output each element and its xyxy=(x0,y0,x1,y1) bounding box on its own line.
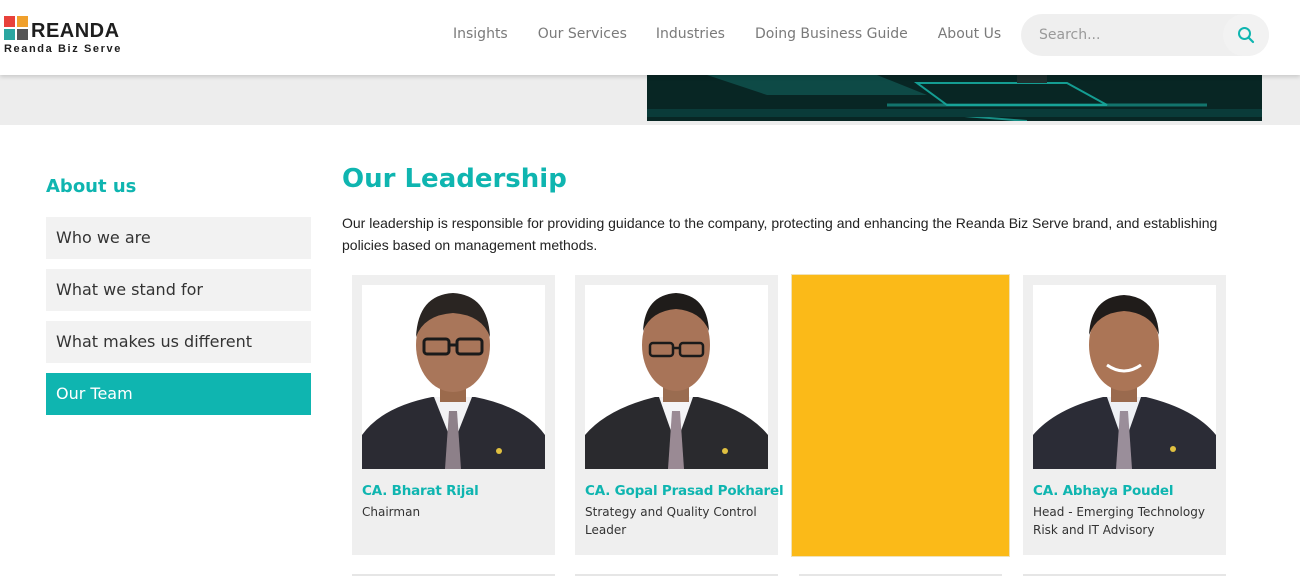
logo-subtitle: Reanda Biz Serve xyxy=(4,43,122,55)
leader-card[interactable]: CA. Bharat Rijal Chairman xyxy=(352,275,555,555)
logo-word: REANDA xyxy=(31,20,120,42)
placeholder-card xyxy=(791,274,1010,557)
leader-name[interactable]: CA. Abhaya Poudel xyxy=(1033,483,1173,499)
intro-text: Our leadership is responsible for provid… xyxy=(342,215,1218,253)
main-nav: Insights Our Services Industries Doing B… xyxy=(453,26,1031,42)
page-title: Our Leadership xyxy=(342,164,567,194)
sidebar-item-what-makes-us-different[interactable]: What makes us different xyxy=(46,321,311,363)
logo-mark-icon xyxy=(4,16,28,40)
sidebar-item-who-we-are[interactable]: Who we are xyxy=(46,217,311,259)
nav-doing-business-guide[interactable]: Doing Business Guide xyxy=(755,26,908,42)
leader-role: Head - Emerging Technology Risk and IT A… xyxy=(1033,505,1205,537)
leader-card[interactable]: CA. Gopal Prasad Pokharel Strategy and Q… xyxy=(575,275,784,555)
leader-photo xyxy=(362,285,545,469)
nav-insights[interactable]: Insights xyxy=(453,26,508,42)
banner-image xyxy=(647,75,1262,121)
search-box xyxy=(1021,14,1269,56)
leader-card[interactable]: CA. Abhaya Poudel Head - Emerging Techno… xyxy=(1023,275,1226,555)
page-banner xyxy=(0,75,1300,125)
nav-industries[interactable]: Industries xyxy=(656,26,725,42)
nav-about-us[interactable]: About Us xyxy=(938,26,1001,42)
sidebar-item-what-we-stand-for[interactable]: What we stand for xyxy=(46,269,311,311)
search-button[interactable] xyxy=(1223,14,1269,56)
sidebar-item-our-team[interactable]: Our Team xyxy=(46,373,311,415)
sidebar-title: About us xyxy=(46,176,137,197)
leader-role: Strategy and Quality Control Leader xyxy=(585,505,757,537)
search-icon xyxy=(1238,27,1255,44)
leader-photo xyxy=(1033,285,1216,469)
logo[interactable]: REANDA Reanda Biz Serve xyxy=(4,14,134,58)
leader-role: Chairman xyxy=(362,505,421,519)
leader-name[interactable]: CA. Gopal Prasad Pokharel xyxy=(585,483,784,499)
banner-graphic xyxy=(647,75,1262,121)
leader-photo xyxy=(585,285,768,469)
site-header: REANDA Reanda Biz Serve Insights Our Ser… xyxy=(0,0,1300,75)
search-input[interactable] xyxy=(1039,25,1219,45)
leader-name[interactable]: CA. Bharat Rijal xyxy=(362,483,479,499)
nav-our-services[interactable]: Our Services xyxy=(538,26,627,42)
